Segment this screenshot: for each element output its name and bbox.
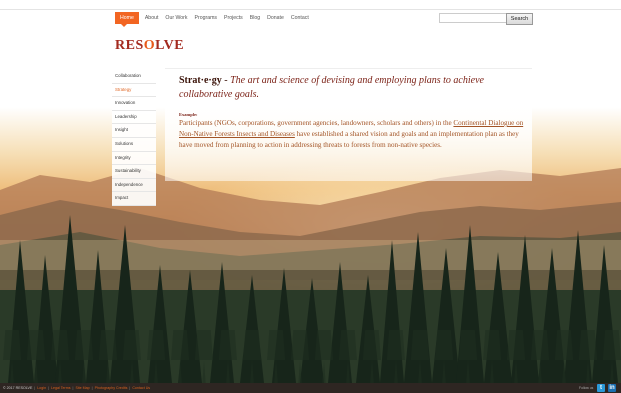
footer-links: © 2017 RESOLVE | Login | Legal Terms | Site Ma… [3, 386, 151, 390]
example-label: Example: [179, 112, 198, 117]
nav-blog[interactable]: Blog [250, 12, 260, 24]
footer-link-site-map[interactable]: Site Map [75, 386, 89, 390]
logo-text-part-3: LVE [155, 38, 185, 53]
sidebar-item-integrity[interactable]: Integrity [112, 152, 156, 166]
nav-contact[interactable]: Contact [291, 12, 309, 24]
sidebar-item-leadership[interactable]: Leadership [112, 111, 156, 125]
example-text-part-1: Participants (NGOs, corporations, govern… [179, 119, 454, 127]
sidebar-item-collaboration[interactable]: Collaboration [112, 70, 156, 84]
values-sidebar: Collaboration Strategy Innovation Leader… [112, 70, 156, 206]
search-input[interactable] [439, 13, 509, 23]
resolve-logo[interactable]: RESOLVE [115, 38, 184, 54]
search-button[interactable]: Search [506, 13, 533, 25]
top-border [0, 9, 621, 10]
nav-our-work[interactable]: Our Work [165, 12, 187, 24]
footer-link-legal-terms[interactable]: Legal Terms [51, 386, 71, 390]
nav-about[interactable]: About [145, 12, 159, 24]
sidebar-item-insight[interactable]: Insight [112, 124, 156, 138]
footer-link-contact-us[interactable]: Contact Us [132, 386, 150, 390]
nav-projects[interactable]: Projects [224, 12, 243, 24]
linkedin-icon[interactable]: in [608, 384, 616, 392]
definition-term: Strat·e·gy [179, 75, 222, 86]
definition: Strat·e·gy - The art and science of devi… [179, 74, 524, 101]
sidebar-item-strategy[interactable]: Strategy [112, 84, 156, 98]
sidebar-item-innovation[interactable]: Innovation [112, 97, 156, 111]
logo-text-part-2: O [143, 38, 156, 53]
content-panel: Strat·e·gy - The art and science of devi… [165, 68, 532, 181]
forest-landscape-background [0, 0, 621, 383]
nav-programs[interactable]: Programs [195, 12, 218, 24]
sidebar-item-sustainability[interactable]: Sustainability [112, 165, 156, 179]
definition-dash: - [221, 75, 231, 86]
nav-home[interactable]: Home [115, 12, 139, 27]
twitter-icon[interactable]: t [597, 384, 605, 392]
sidebar-item-solutions[interactable]: Solutions [112, 138, 156, 152]
footer-link-login[interactable]: Login [37, 386, 46, 390]
sidebar-item-independence[interactable]: Independence [112, 179, 156, 193]
footer-link-photography-credits[interactable]: Photography Credits [95, 386, 128, 390]
example-text: Participants (NGOs, corporations, govern… [179, 118, 524, 152]
sidebar-item-impact[interactable]: Impact [112, 192, 156, 206]
logo-text-part-1: RES [115, 38, 144, 53]
page: Home About Our Work Programs Projects Bl… [0, 0, 621, 393]
nav-donate[interactable]: Donate [267, 12, 284, 24]
follow-us-label: Follow us [579, 386, 594, 390]
footer: © 2017 RESOLVE | Login | Legal Terms | Site Ma… [0, 383, 621, 393]
main-nav: Home About Our Work Programs Projects Bl… [115, 12, 316, 27]
copyright: © 2017 RESOLVE [3, 386, 33, 390]
